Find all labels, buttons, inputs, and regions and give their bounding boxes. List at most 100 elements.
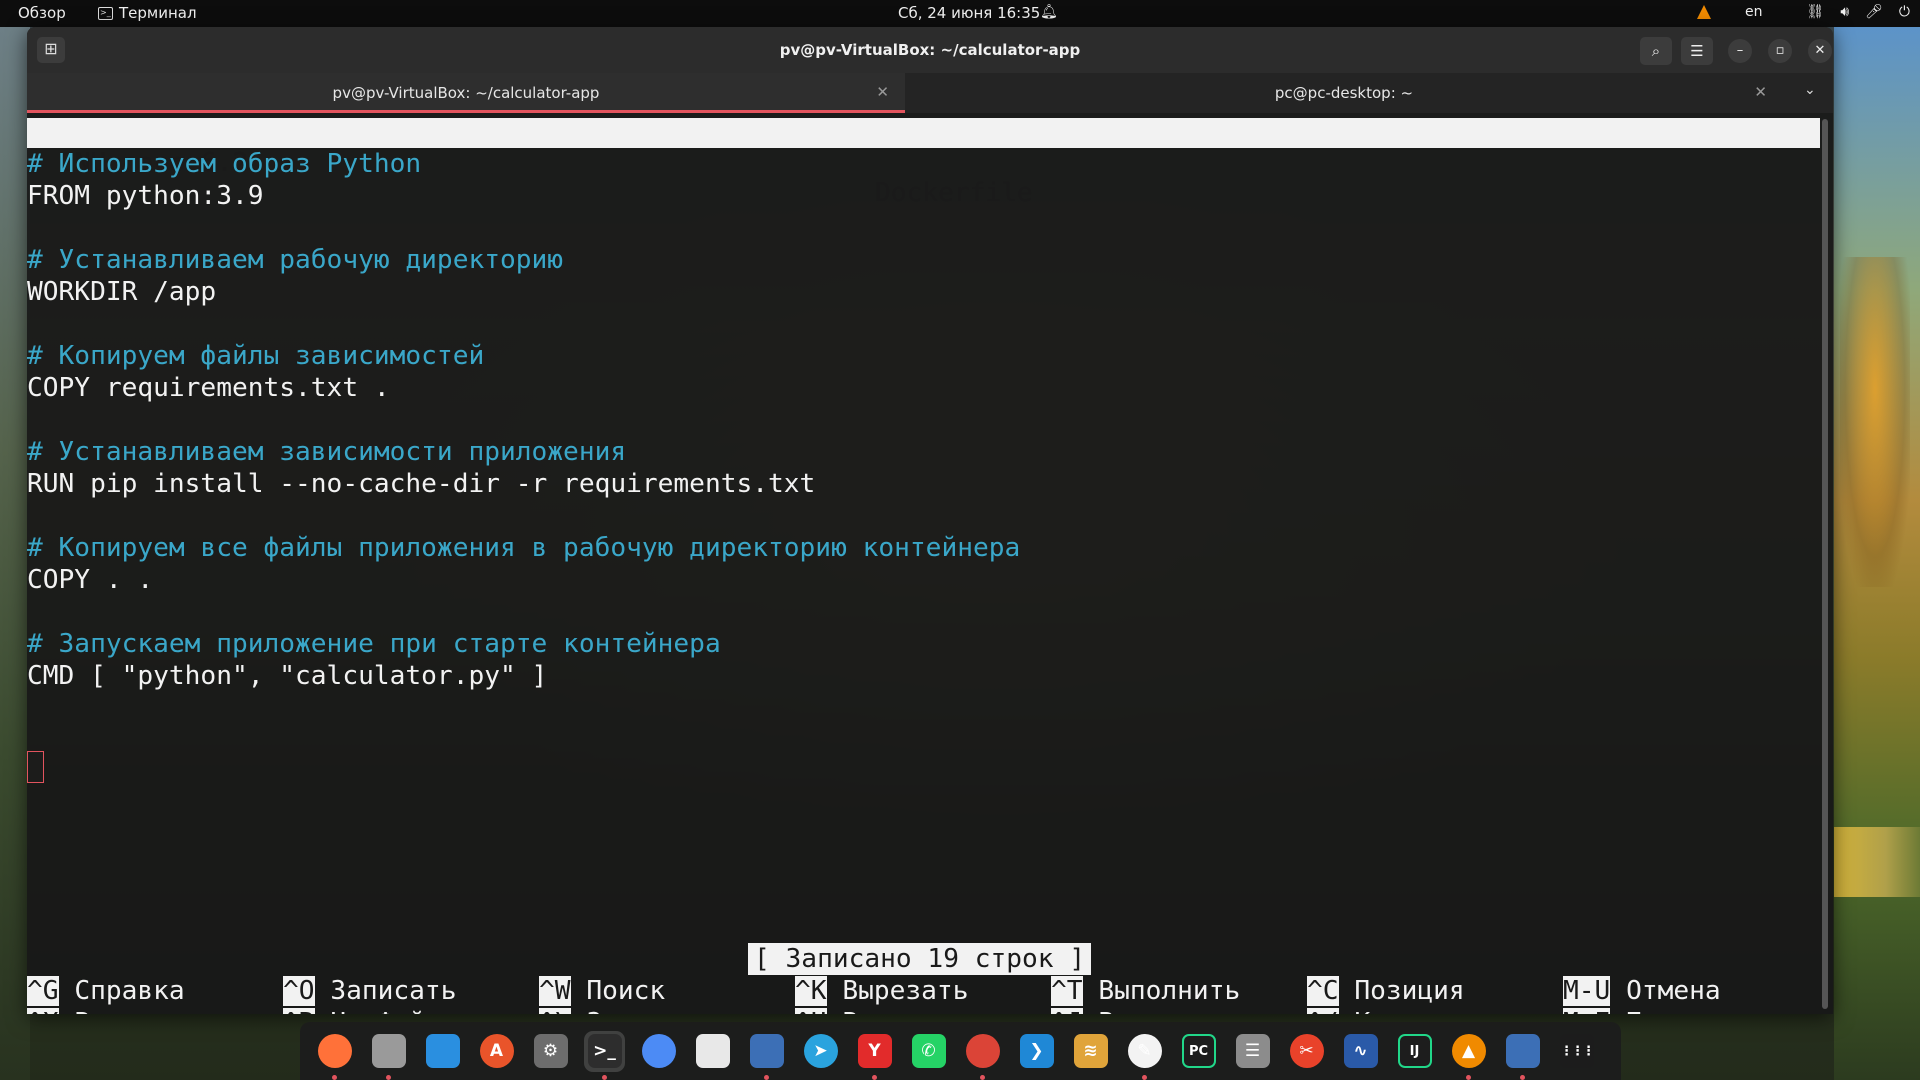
running-indicator xyxy=(872,1074,877,1080)
network-icon[interactable]: ⛓ xyxy=(1807,4,1825,20)
code-line: # Устанавливаем рабочую директорию xyxy=(27,245,564,275)
screenshot-tool-icon[interactable]: ✂ xyxy=(1286,1031,1327,1072)
editor-buffer[interactable]: # Используем образ Python FROM python:3.9… xyxy=(27,148,1020,692)
shortcut-item: ^K Вырезать xyxy=(795,975,968,1007)
safari-browser-icon[interactable] xyxy=(422,1031,463,1072)
scrollbar[interactable] xyxy=(1822,119,1828,1009)
shortcut-key: ^/ xyxy=(1307,1008,1339,1014)
shortcut-label: ЧитФайл xyxy=(330,1008,440,1014)
telegram-icon[interactable]: ➤ xyxy=(800,1031,841,1072)
virtualbox-manager-icon[interactable] xyxy=(1502,1031,1543,1080)
dock-icon-glyph: IJ xyxy=(1397,1034,1432,1068)
intellij-icon[interactable]: IJ xyxy=(1394,1031,1435,1072)
tab-close-icon[interactable]: ✕ xyxy=(1754,83,1767,101)
shortcut-item: ^X Выход xyxy=(27,1007,153,1014)
pycharm-icon[interactable]: PC xyxy=(1178,1031,1219,1072)
text-editor-icon[interactable]: ✎ xyxy=(1124,1031,1165,1080)
shortcut-label: К строке xyxy=(1354,1008,1480,1014)
input-language[interactable]: en xyxy=(1745,4,1763,20)
clock[interactable]: Сб, 24 июня 16:35 xyxy=(898,4,1040,22)
title-bar[interactable]: ⊞ pv@pv-VirtualBox: ~/calculator-app ⌕ ☰… xyxy=(27,27,1833,73)
shortcut-label: Записать xyxy=(330,976,457,1006)
code-line: RUN pip install --no-cache-dir -r requir… xyxy=(27,469,816,499)
dock-icon-glyph xyxy=(749,1034,784,1068)
dock-icon-glyph: ≋ xyxy=(1073,1034,1108,1068)
system-tray: en ⛓ 🔊︎ 🎤︎ ⏻ xyxy=(1697,4,1910,20)
activities-button[interactable]: Обзор xyxy=(18,4,66,22)
volume-icon[interactable]: 🔊︎ xyxy=(1840,4,1849,20)
tab-bar: pv@pv-VirtualBox: ~/calculator-app ✕ pc@… xyxy=(27,73,1833,113)
dock-icon-glyph: ➤ xyxy=(803,1034,838,1068)
nano-header: GNU nano 6.2 Dockerfile xyxy=(27,118,1820,208)
terminal-area[interactable]: GNU nano 6.2 Dockerfile # Используем обр… xyxy=(27,113,1833,1014)
dock-icon-glyph xyxy=(317,1034,352,1068)
running-indicator xyxy=(386,1074,391,1080)
minimize-icon[interactable]: – xyxy=(1728,39,1752,63)
layers-icon[interactable]: ≋ xyxy=(1070,1031,1111,1072)
shortcut-key: M-E xyxy=(1563,1008,1611,1014)
running-indicator xyxy=(332,1074,337,1080)
hamburger-menu-icon[interactable]: ☰ xyxy=(1681,37,1713,65)
chromium-icon[interactable] xyxy=(638,1031,679,1072)
dock-icon-glyph xyxy=(1505,1034,1540,1068)
shortcut-label: Замена xyxy=(586,1008,681,1014)
wallpaper-left-edge xyxy=(0,27,30,1080)
dock-icon-glyph: ✂ xyxy=(1289,1034,1324,1068)
power-icon[interactable]: ⏻ xyxy=(1899,4,1910,20)
tabs-dropdown-chevron-icon[interactable]: ⌄ xyxy=(1804,82,1816,98)
virtualbox-icon[interactable] xyxy=(746,1031,787,1080)
app-center-icon[interactable]: A xyxy=(476,1031,517,1072)
tab-close-icon[interactable]: ✕ xyxy=(876,83,889,101)
shortcut-item: ^\ Замена xyxy=(539,1007,681,1014)
firefox-icon[interactable] xyxy=(314,1031,355,1080)
dock-icon-glyph: ∿ xyxy=(1343,1034,1378,1068)
files-icon[interactable] xyxy=(368,1031,409,1080)
notification-bell-icon[interactable]: 🔔︎ xyxy=(1040,4,1058,20)
microphone-icon[interactable]: 🎤︎ xyxy=(1865,4,1883,20)
dock-icon-glyph: ☰ xyxy=(1235,1034,1270,1068)
flathub-icon[interactable] xyxy=(692,1031,733,1072)
shortcut-row-2: ^X Выход ^R ЧитФайл ^\ Замена ^U Вставить ^J… xyxy=(27,1007,1820,1014)
dock-icon-glyph: ✎ xyxy=(1127,1034,1162,1068)
shortcut-item: ^W Поиск xyxy=(539,975,665,1007)
tab-calculator-app[interactable]: pv@pv-VirtualBox: ~/calculator-app ✕ xyxy=(27,73,905,113)
vlc-tray-icon[interactable] xyxy=(1697,5,1712,19)
code-line: CMD [ "python", "calculator.py" ] xyxy=(27,661,548,691)
chrome-icon[interactable] xyxy=(962,1031,1003,1080)
settings-icon[interactable]: ⚙ xyxy=(530,1031,571,1072)
show-apps-icon[interactable]: ⋮⋮⋮ xyxy=(1556,1031,1597,1072)
shortcut-key: ^W xyxy=(539,976,571,1006)
running-indicator xyxy=(980,1074,985,1080)
yandex-browser-icon[interactable]: Y xyxy=(854,1031,895,1080)
tab-pc-desktop[interactable]: pc@pc-desktop: ~ ✕ xyxy=(905,73,1783,113)
whatsapp-icon[interactable]: ✆ xyxy=(908,1031,949,1072)
terminal-window: ⊞ pv@pv-VirtualBox: ~/calculator-app ⌕ ☰… xyxy=(27,27,1833,1014)
wireshark-icon[interactable]: ∿ xyxy=(1340,1031,1381,1072)
tab-label: pc@pc-desktop: ~ xyxy=(1274,84,1414,102)
dock-icon-glyph: A xyxy=(479,1034,514,1068)
app-menu[interactable]: >_ Терминал xyxy=(98,4,197,22)
search-icon[interactable]: ⌕ xyxy=(1640,37,1672,65)
running-indicator xyxy=(1466,1074,1471,1080)
terminal-icon[interactable]: >_ xyxy=(584,1030,625,1080)
vlc-icon[interactable]: ▲ xyxy=(1448,1031,1489,1080)
code-line: # Используем образ Python xyxy=(27,149,422,179)
shortcut-key: ^R xyxy=(283,1008,315,1014)
vscode-icon[interactable]: ❯ xyxy=(1016,1031,1057,1072)
text-cursor xyxy=(27,751,44,783)
close-icon[interactable]: ✕ xyxy=(1808,39,1832,63)
shortcut-label: Выровнять xyxy=(1098,1008,1240,1014)
shortcut-item: ^R ЧитФайл xyxy=(283,1007,441,1014)
shortcut-key: ^C xyxy=(1307,976,1339,1006)
shortcut-bar: ^G Справка ^O Записать ^W Поиск ^K Вырезать… xyxy=(27,975,1820,1014)
shortcut-key: ^G xyxy=(27,976,59,1006)
wallpaper-right-edge xyxy=(1834,27,1920,1080)
shortcut-label: Отмена xyxy=(1626,976,1721,1006)
database-icon[interactable]: ☰ xyxy=(1232,1031,1273,1072)
shortcut-label: Вырезать xyxy=(842,976,969,1006)
dock-icon-glyph: ⚙ xyxy=(533,1034,568,1068)
dock-icon-glyph: >_ xyxy=(587,1034,622,1068)
dock-icon-glyph xyxy=(695,1034,730,1068)
maximize-icon[interactable]: ▫ xyxy=(1768,39,1792,63)
